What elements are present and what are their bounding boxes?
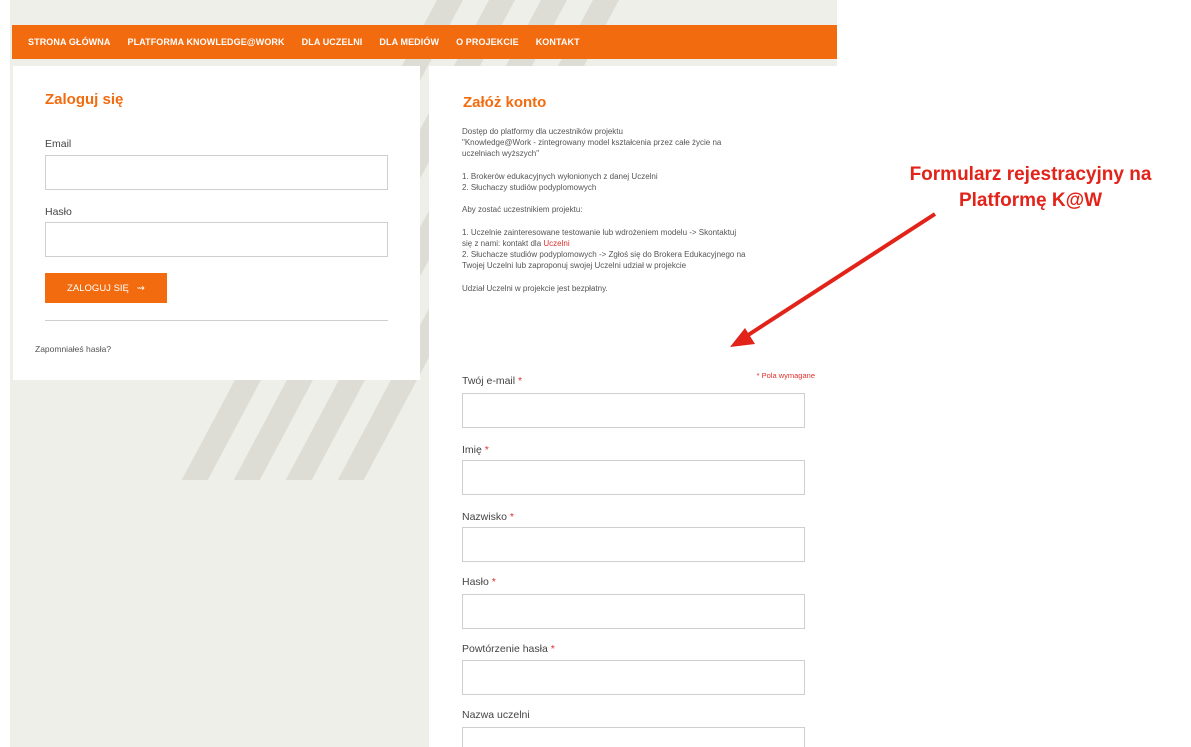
login-title: Zaloguj się [45, 91, 124, 108]
step-line: Twojej Uczelni lub zaproponuj swojej Ucz… [462, 261, 687, 271]
howto-text: Aby zostać uczestnikiem projektu: [462, 205, 583, 215]
annotation-line: Platformę K@W [958, 190, 1103, 211]
nav-contact[interactable]: KONTAKT [536, 37, 580, 47]
website-screenshot: STRONA GŁÓWNA PLATFORMA KNOWLEDGE@WORK D… [10, 0, 837, 747]
nav-about[interactable]: O PROJEKCIE [456, 37, 519, 47]
password-repeat-input[interactable] [462, 660, 805, 695]
university-name-input[interactable] [462, 727, 805, 747]
list-item: 1. Brokerów edukacyjnych wyłonionych z d… [462, 171, 658, 181]
required-fields-note: * Pola wymagane [756, 371, 815, 380]
register-password-input[interactable] [462, 594, 805, 629]
login-button[interactable]: ZALOGUJ SIĘ ⇝ [45, 273, 167, 303]
free-note: Udział Uczelni w projekcie jest bezpłatn… [462, 283, 608, 293]
password-label: Hasło [45, 206, 72, 218]
list-item: 2. Słuchaczy studiów podyplomowych [462, 183, 597, 192]
login-password-input[interactable] [45, 222, 388, 257]
divider [45, 320, 388, 321]
annotation-callout: Formularz rejestracyjny na Platformę K@W [870, 162, 1191, 214]
step-line: 1. Uczelnie zainteresowane testowanie lu… [462, 227, 737, 237]
last-name-label: Nazwisko * [462, 511, 514, 523]
intro-line: Dostęp do platformy dla uczestników proj… [462, 127, 623, 136]
login-email-input[interactable] [45, 155, 388, 190]
nav-universities[interactable]: DLA UCZELNI [302, 37, 363, 47]
step-line: się z nami: kontakt dla Uczelni [462, 238, 570, 248]
nav-media[interactable]: DLA MEDIÓW [379, 37, 439, 47]
register-password-label: Hasło * [462, 576, 496, 588]
nav-home[interactable]: STRONA GŁÓWNA [28, 37, 110, 47]
login-panel: Zaloguj się Email Hasło ZALOGUJ SIĘ ⇝ Za… [13, 66, 420, 380]
annotation-line: Formularz rejestracyjny na [909, 164, 1152, 185]
first-name-label: Imię * [462, 444, 489, 456]
arrow-right-icon: ⇝ [136, 282, 145, 294]
intro-line: uczelniach wyższych" [462, 149, 540, 159]
email-field-label: Twój e-mail * [462, 375, 523, 387]
last-name-input[interactable] [462, 527, 805, 562]
login-button-label: ZALOGUJ SIĘ [67, 282, 129, 294]
register-title: Załóż konto [463, 94, 547, 111]
intro-line: "Knowledge@Work - zintegrowany model ksz… [462, 138, 722, 148]
step-line: 2. Słuchacze studiów podyplomowych -> Zg… [462, 250, 746, 260]
password-repeat-label: Powtórzenie hasła * [462, 643, 555, 655]
forgot-password-link[interactable]: Zapomniałeś hasła? [35, 344, 111, 354]
first-name-input[interactable] [462, 460, 805, 495]
register-panel: Załóż konto Dostęp do platformy dla ucze… [429, 66, 837, 747]
email-label: Email [45, 138, 72, 150]
universities-contact-link[interactable]: Uczelni [543, 239, 569, 248]
nav-platform[interactable]: PLATFORMA KNOWLEDGE@WORK [127, 37, 284, 47]
university-name-label: Nazwa uczelni [462, 709, 530, 721]
register-description: Dostęp do platformy dla uczestników proj… [462, 126, 817, 294]
main-navigation: STRONA GŁÓWNA PLATFORMA KNOWLEDGE@WORK D… [12, 25, 837, 59]
register-email-input[interactable] [462, 393, 805, 428]
